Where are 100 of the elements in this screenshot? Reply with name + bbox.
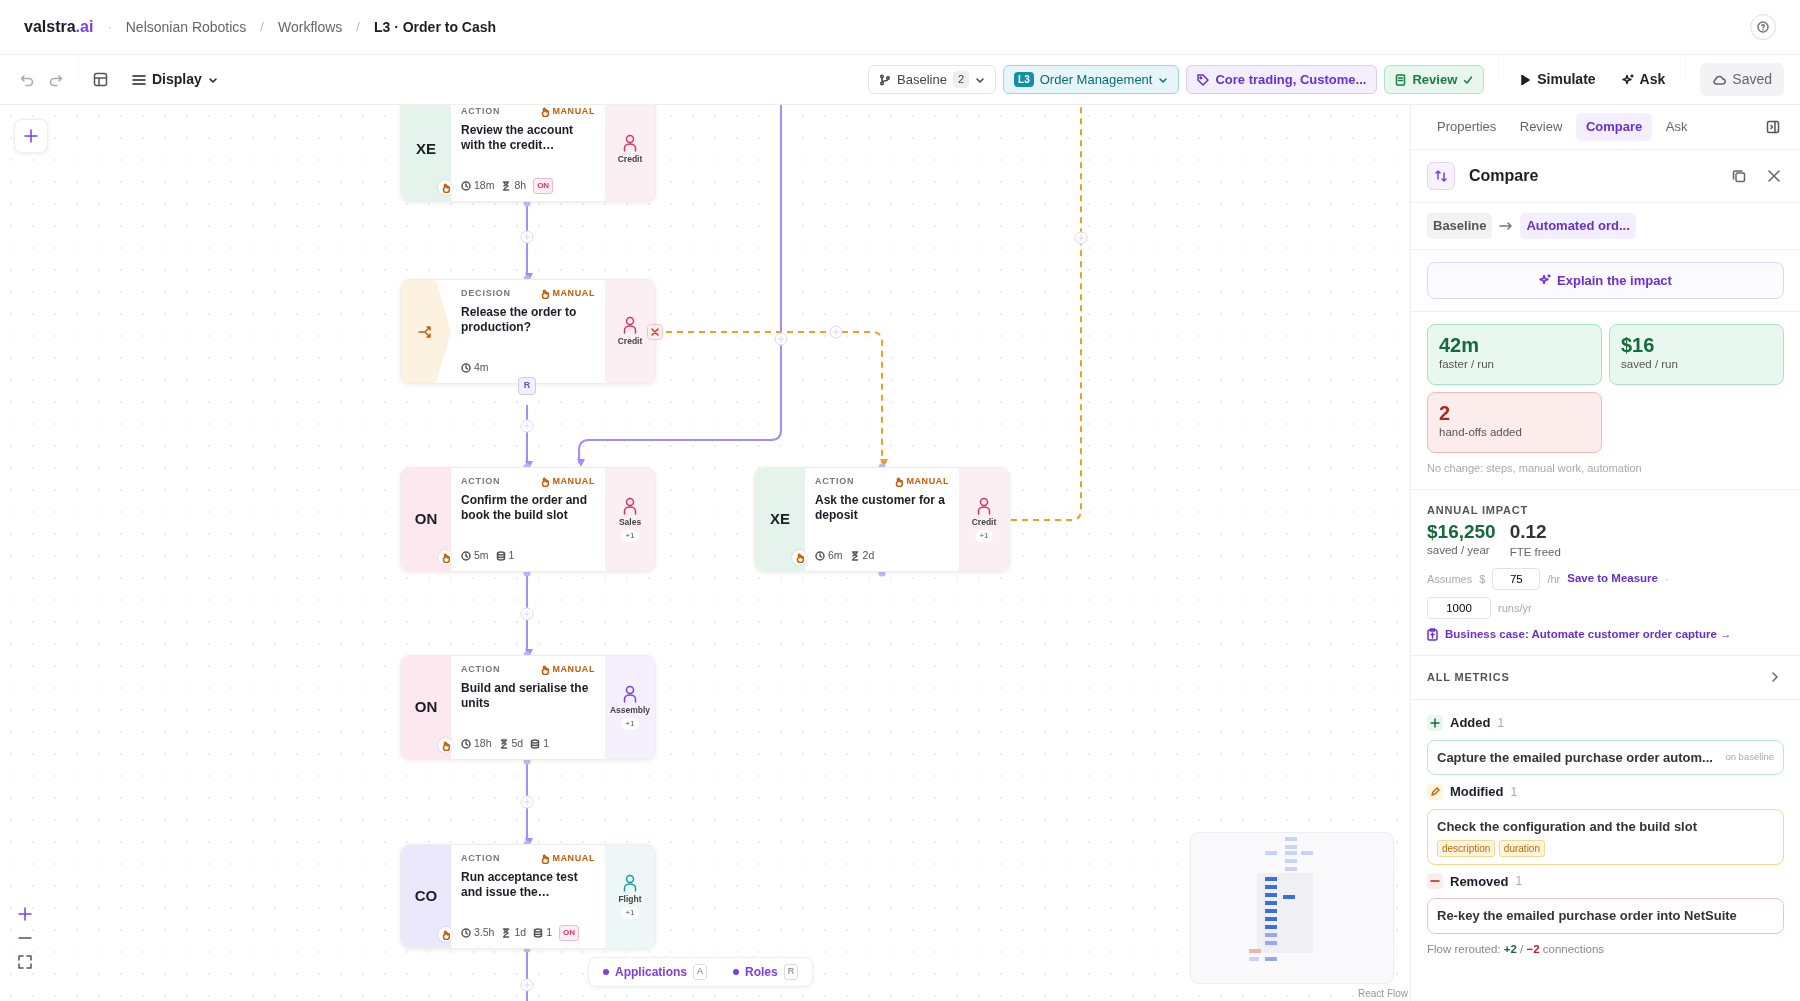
node-metric: 1 (530, 736, 550, 752)
assumes-label: Assumes (1427, 571, 1473, 587)
rate-input[interactable]: 75 (1492, 567, 1541, 590)
role-label: Credit (617, 152, 643, 166)
change-card[interactable]: Re-key the emailed purchase order into NetSuite (1427, 898, 1784, 934)
separator-dot: · (1665, 571, 1669, 587)
change-title: Re-key the emailed purchase order into NetSuite (1437, 907, 1738, 925)
save-link[interactable]: Save to Measure (1567, 570, 1658, 588)
stat-label: hand-offs added (1439, 425, 1523, 440)
runs-unit: runs/yr (1498, 600, 1532, 616)
step-node[interactable]: CO ACTION MANUAL Run acceptance test and issue the… 3.5h 1d 1 ON Flight +1 (400, 844, 656, 949)
role-count: +1 (621, 529, 639, 542)
breadcrumb-link[interactable]: Workflows (278, 16, 343, 38)
step-node[interactable]: XE ACTION MANUAL Ask the customer for a deposit 6m 2d Credit +1 (754, 467, 1010, 572)
manual-label: MANUAL (894, 475, 949, 489)
role-label: Assembly (609, 704, 651, 717)
branch-badge[interactable]: R (518, 377, 536, 395)
impact-label: FTE freed (1509, 544, 1561, 560)
no-change-note: No change: steps, manual work, automation (1427, 461, 1643, 476)
role-count: +1 (621, 906, 639, 919)
saved-button[interactable]: Saved (1700, 63, 1784, 96)
node-metric: 4m (461, 360, 489, 376)
change-count: 1 (1515, 873, 1523, 891)
node-title: Review the account with the credit… (461, 122, 575, 153)
stat-value: $16 (1621, 334, 1656, 356)
node-title: Ask the customer for a deposit (815, 492, 947, 523)
panel-tab[interactable]: Ask (1655, 113, 1698, 141)
node-title: Confirm the order and book the build slot (461, 492, 588, 523)
node-metric: 18h (461, 736, 492, 752)
panel-tab[interactable]: Compare (1575, 113, 1653, 141)
legend-toggle[interactable]: Applications A (603, 963, 708, 981)
breadcrumb-separator: / (260, 18, 264, 37)
breadcrumb-link[interactable]: L3 · Order to Cash (373, 16, 497, 38)
logo[interactable]: valstra.ai (24, 15, 94, 39)
step-node[interactable]: ON ACTION MANUAL Confirm the order and book the build slot 5m 1 Sales +1 (400, 467, 656, 572)
tags-button[interactable]: Core trading, Custome... (1186, 64, 1378, 95)
role-label: Credit (971, 516, 997, 529)
review-button[interactable]: Review (1384, 64, 1485, 95)
separator-dot: · (107, 18, 112, 37)
step-node[interactable]: ON ACTION MANUAL Build and serialise the units 18h 5d 1 Assembly +1 (400, 655, 656, 760)
panel-tab[interactable]: Properties (1427, 113, 1507, 141)
version-chip: Baseline (1427, 213, 1493, 239)
breadcrumb-link[interactable]: Nelsonian Robotics (125, 16, 247, 38)
simulate-button[interactable]: Simulate (1513, 68, 1602, 91)
node-type: DECISION (461, 287, 511, 300)
manual-label: MANUAL (540, 105, 595, 119)
change-card[interactable]: Check the configuration and the build slot description duration (1427, 808, 1784, 865)
business-case-link[interactable]: Business case: Automate customer order capture → (1445, 625, 1732, 643)
rate-unit: /hr (1547, 571, 1561, 587)
impact-value: 0.12 (1509, 521, 1547, 543)
node-type: ACTION (461, 663, 501, 676)
node-metric: 5m (461, 548, 489, 564)
ask-button[interactable]: Ask (1615, 68, 1672, 91)
baseline-dropdown[interactable]: Baseline 2 (868, 64, 997, 95)
stat-value: 42m (1439, 334, 1481, 356)
manual-label: MANUAL (540, 475, 595, 489)
role-label: Flight (618, 893, 642, 906)
manual-label: MANUAL (540, 287, 595, 301)
impact-value: $16,250 (1427, 521, 1496, 543)
node-title: Release the order to production? (461, 304, 578, 335)
stat-label: saved / run (1621, 357, 1679, 372)
runs-input[interactable]: 1000 (1427, 596, 1491, 619)
change-count: 1 (1510, 783, 1518, 801)
explain-button[interactable]: Explain the impact (1427, 261, 1784, 299)
version-chip: Automated ord... (1520, 213, 1636, 239)
legend-toggle[interactable]: Roles R (733, 963, 799, 981)
field-tag: description (1437, 839, 1496, 857)
change-heading: Removed (1450, 872, 1509, 891)
change-heading: Added (1450, 714, 1491, 732)
role-count: +1 (975, 529, 993, 542)
role-count: +1 (621, 717, 639, 730)
node-code: CO (414, 886, 438, 907)
stat-label: faster / run (1439, 357, 1495, 372)
node-type: ACTION (461, 475, 501, 488)
role-label: Sales (618, 516, 642, 529)
reroute-summary: Flow rerouted: +2 / −2 connections (1427, 941, 1606, 957)
step-node[interactable]: XE ACTION MANUAL Review the account with the credit… 18m 8h ON Credit (400, 105, 656, 202)
process-dropdown[interactable]: L3 Order Management (1003, 64, 1180, 95)
node-metric: 18m (461, 178, 495, 194)
node-metric: 1d (501, 925, 527, 941)
node-metric: 2d (849, 548, 875, 564)
display-menu[interactable]: Display (126, 68, 224, 91)
node-code: ON (414, 509, 438, 530)
node-metric: 1 (533, 925, 552, 941)
currency-label: $ (1479, 571, 1486, 587)
field-tag: duration (1498, 839, 1545, 857)
manual-label: MANUAL (540, 663, 595, 677)
manual-label: MANUAL (540, 852, 595, 866)
change-note: on baseline (1725, 750, 1774, 765)
node-code: ON (414, 697, 438, 718)
node-title: Build and serialise the units (461, 680, 590, 711)
change-title: Capture the emailed purchase order autom... (1437, 748, 1713, 767)
impact-label: saved / year (1427, 543, 1491, 559)
section-heading: ALL METRICS (1427, 670, 1510, 685)
change-card[interactable]: Capture the emailed purchase order autom... on baseline (1427, 739, 1784, 775)
panel-tab[interactable]: Review (1509, 113, 1573, 141)
section-heading: ANNUAL IMPACT (1427, 502, 1530, 518)
breadcrumb-separator: / (356, 18, 360, 37)
node-metric: 8h (501, 178, 527, 194)
node-metric: 3.5h (461, 925, 495, 941)
